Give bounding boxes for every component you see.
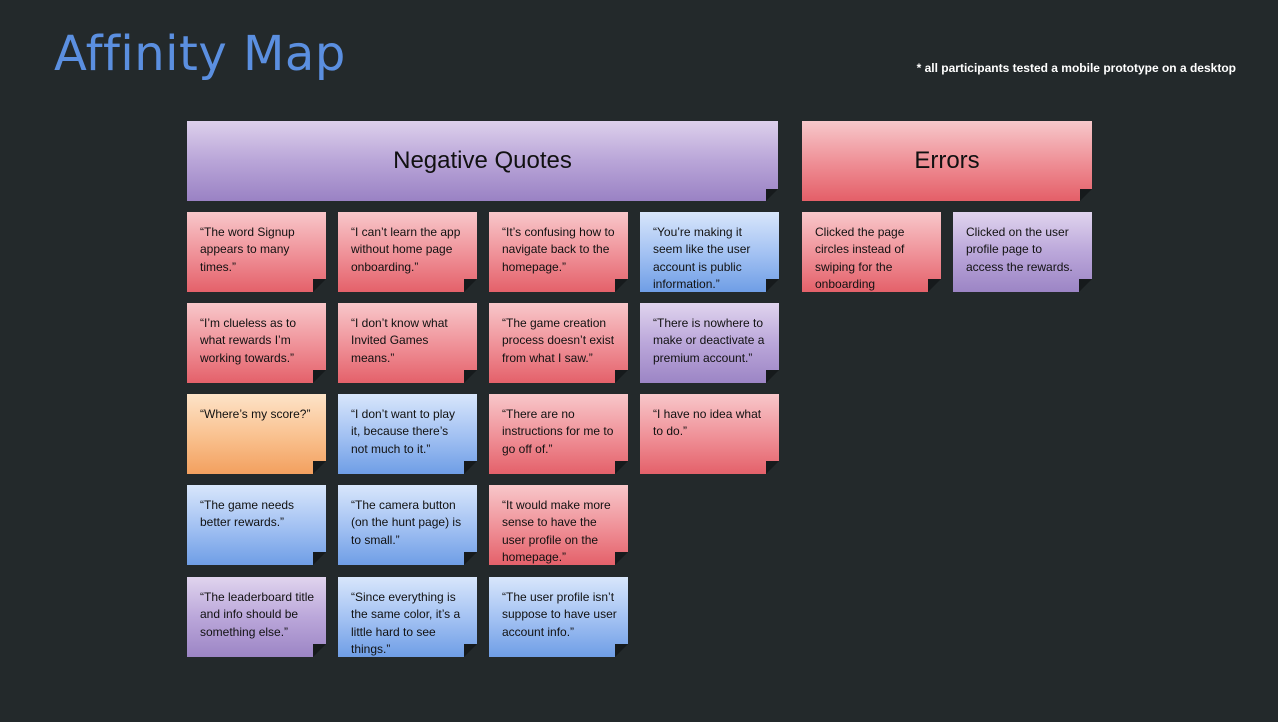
sticky-note[interactable]: “I don’t want to play it, because there’… (338, 394, 477, 474)
sticky-note[interactable]: “There is nowhere to make or deactivate … (640, 303, 779, 383)
footnote: * all participants tested a mobile proto… (916, 61, 1236, 75)
fold-corner (766, 189, 778, 201)
fold-corner (464, 552, 477, 565)
note-text: “It’s confusing how to navigate back to … (502, 225, 615, 274)
fold-corner (766, 279, 779, 292)
note-text: Clicked on the user profile page to acce… (966, 225, 1073, 274)
note-text: “The game needs better rewards.” (200, 498, 295, 530)
sticky-note[interactable]: “The user profile isn’t suppose to have … (489, 577, 628, 657)
note-text: “The game creation process doesn’t exist… (502, 316, 615, 365)
note-text: “The user profile isn’t suppose to have … (502, 590, 617, 639)
note-text: “I don’t know what Invited Games means.” (351, 316, 448, 365)
sticky-note[interactable]: “Since everything is the same color, it’… (338, 577, 477, 657)
fold-corner (313, 461, 326, 474)
note-text: “Since everything is the same color, it’… (351, 590, 461, 657)
fold-corner (313, 279, 326, 292)
note-text: “The word Signup appears to many times.” (200, 225, 295, 274)
negative-quotes-header-label: Negative Quotes (393, 147, 572, 174)
page-title: Affinity Map (54, 26, 346, 82)
fold-corner (313, 370, 326, 383)
fold-corner (464, 370, 477, 383)
errors-header: Errors (802, 121, 1092, 201)
fold-corner (464, 644, 477, 657)
fold-corner (766, 461, 779, 474)
fold-corner (615, 370, 628, 383)
sticky-note[interactable]: “The leaderboard title and info should b… (187, 577, 326, 657)
fold-corner (464, 279, 477, 292)
sticky-note[interactable]: “I don’t know what Invited Games means.” (338, 303, 477, 383)
sticky-note[interactable]: “I have no idea what to do.” (640, 394, 779, 474)
negative-quotes-header: Negative Quotes (187, 121, 778, 201)
errors-header-label: Errors (914, 147, 980, 174)
sticky-note[interactable]: “Where’s my score?” (187, 394, 326, 474)
sticky-note[interactable]: Clicked on the user profile page to acce… (953, 212, 1092, 292)
fold-corner (1079, 279, 1092, 292)
fold-corner (928, 279, 941, 292)
sticky-note[interactable]: “I can’t learn the app without home page… (338, 212, 477, 292)
note-text: “The leaderboard title and info should b… (200, 590, 315, 639)
note-text: “I’m clueless as to what rewards I’m wor… (200, 316, 297, 365)
note-text: “The camera button (on the hunt page) is… (351, 498, 462, 547)
fold-corner (313, 644, 326, 657)
sticky-note[interactable]: “It’s confusing how to navigate back to … (489, 212, 628, 292)
fold-corner (615, 461, 628, 474)
note-text: “It would make more sense to have the us… (502, 498, 611, 565)
note-text: “There is nowhere to make or deactivate … (653, 316, 765, 365)
note-text: “There are no instructions for me to go … (502, 407, 614, 456)
sticky-note[interactable]: “It would make more sense to have the us… (489, 485, 628, 565)
note-text: “You’re making it seem like the user acc… (653, 225, 751, 292)
note-text: “I don’t want to play it, because there’… (351, 407, 456, 456)
note-text: “Where’s my score?” (200, 407, 311, 421)
sticky-note[interactable]: “The word Signup appears to many times.” (187, 212, 326, 292)
fold-corner (615, 644, 628, 657)
sticky-note[interactable]: “There are no instructions for me to go … (489, 394, 628, 474)
fold-corner (766, 370, 779, 383)
sticky-note[interactable]: Clicked the page circles instead of swip… (802, 212, 941, 292)
note-text: “I can’t learn the app without home page… (351, 225, 461, 274)
fold-corner (615, 279, 628, 292)
fold-corner (1080, 189, 1092, 201)
note-text: Clicked the page circles instead of swip… (815, 225, 905, 292)
sticky-note[interactable]: “The game creation process doesn’t exist… (489, 303, 628, 383)
sticky-note[interactable]: “The game needs better rewards.” (187, 485, 326, 565)
sticky-note[interactable]: “The camera button (on the hunt page) is… (338, 485, 477, 565)
note-text: “I have no idea what to do.” (653, 407, 762, 439)
fold-corner (464, 461, 477, 474)
fold-corner (615, 552, 628, 565)
fold-corner (313, 552, 326, 565)
sticky-note[interactable]: “I’m clueless as to what rewards I’m wor… (187, 303, 326, 383)
sticky-note[interactable]: “You’re making it seem like the user acc… (640, 212, 779, 292)
